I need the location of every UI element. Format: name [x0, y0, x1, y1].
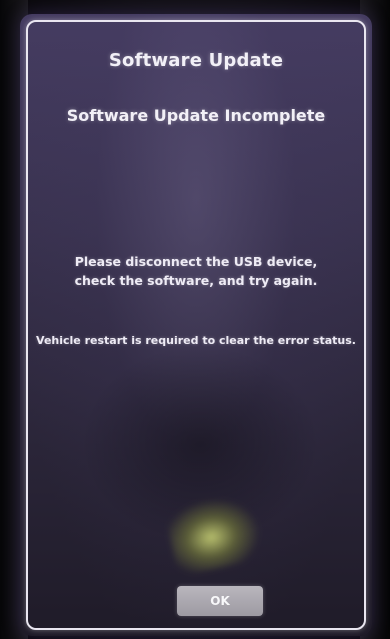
restart-notice: Vehicle restart is required to clear the… [36, 334, 356, 347]
ok-button-label: OK [210, 594, 230, 608]
message-line-2: check the software, and try again. [74, 273, 318, 288]
dialog-subtitle: Software Update Incomplete [66, 106, 326, 125]
glare-shadow [80, 344, 320, 544]
photo-frame: Software Update Software Update Incomple… [0, 0, 390, 639]
message-line-1: Please disconnect the USB device, [74, 254, 318, 269]
dialog-message: Please disconnect the USB device, check … [40, 252, 352, 290]
ok-button[interactable]: OK [177, 586, 263, 616]
infotainment-screen: Software Update Software Update Incomple… [20, 14, 372, 636]
glare-reflection [163, 489, 267, 577]
dialog-title: Software Update [108, 50, 284, 71]
